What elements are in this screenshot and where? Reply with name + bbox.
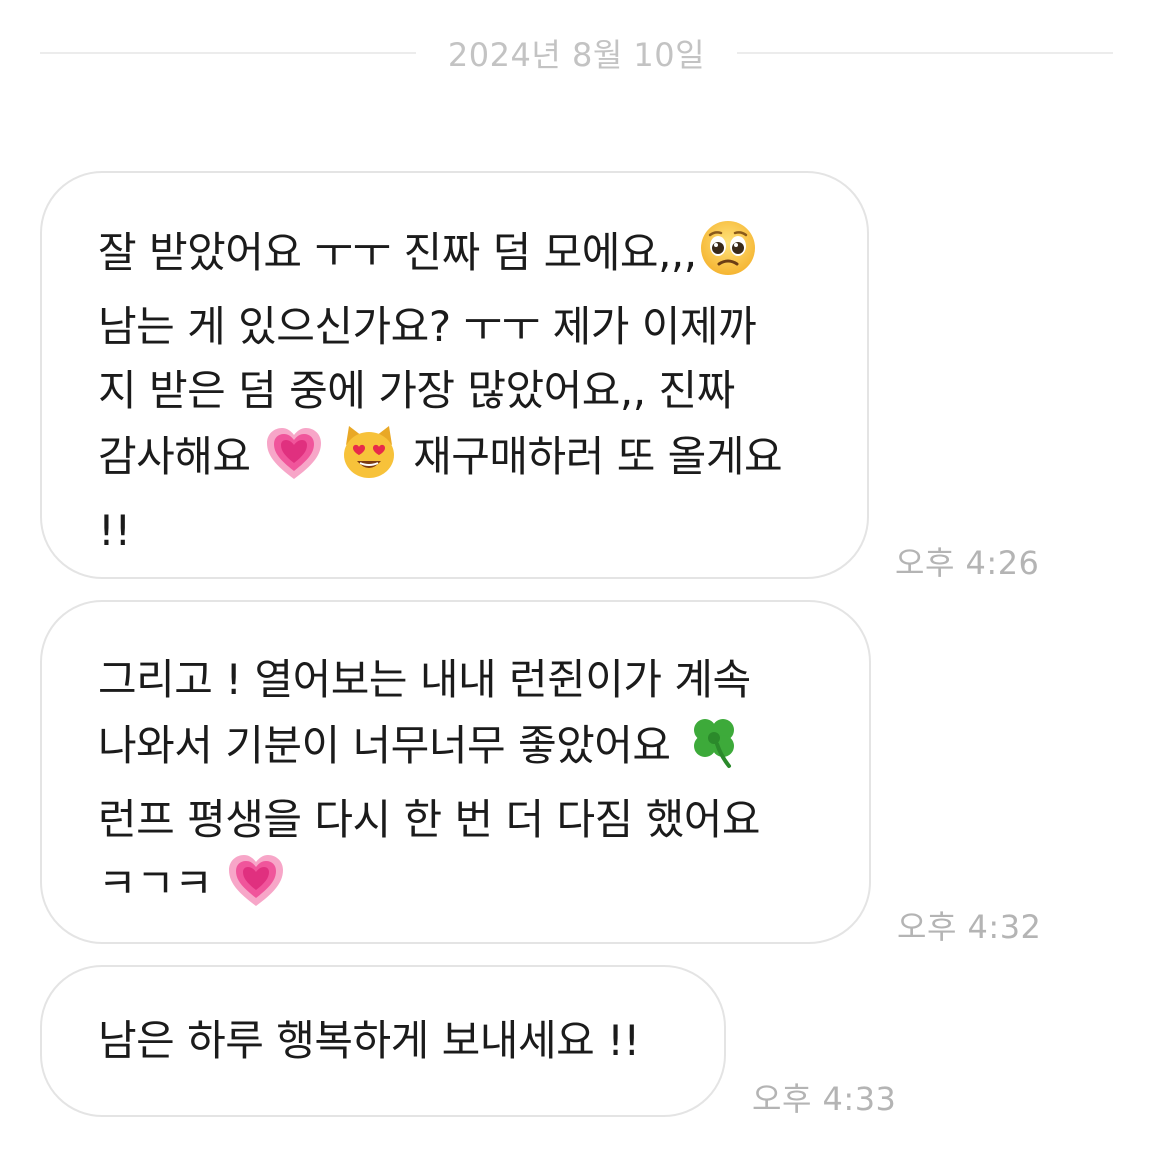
four-leaf-clover-emoji-icon xyxy=(685,712,743,788)
message-2-line-2: 나와서 기분이 너무너무 좋았어요 xyxy=(98,721,671,770)
growing-heart-emoji-icon xyxy=(227,854,285,926)
pleading-face-emoji-icon xyxy=(699,219,757,295)
date-divider-label: 2024년 8월 10일 xyxy=(447,36,706,74)
message-1-line-4b: 재구매하러 또 올게요 xyxy=(413,432,783,481)
heart-eyes-cat-emoji-icon xyxy=(340,423,398,499)
message-bubble-3[interactable]: 남은 하루 행복하게 보내세요 !! xyxy=(40,965,726,1117)
message-2-line-1: 그리고 ! 열어보는 내내 런쥔이가 계속 xyxy=(98,655,751,704)
message-3-line-1: 남은 하루 행복하게 보내세요 !! xyxy=(98,1016,640,1065)
date-divider: 2024년 8월 10일 xyxy=(40,28,1113,78)
message-1-line-1: 잘 받았어요 ㅜㅜ 진짜 덤 모에요,,, xyxy=(98,228,697,277)
message-1-line-5: !! xyxy=(98,506,131,555)
message-bubble-2[interactable]: 그리고 ! 열어보는 내내 런쥔이가 계속 나와서 기분이 너무너무 좋았어요 … xyxy=(40,600,871,944)
message-3-text: 남은 하루 행복하게 보내세요 !! xyxy=(98,1009,684,1073)
message-2-text: 그리고 ! 열어보는 내내 런쥔이가 계속 나와서 기분이 너무너무 좋았어요 … xyxy=(98,648,829,926)
message-2-line-3: 런프 평생을 다시 한 번 더 다짐 했어요 xyxy=(98,795,761,844)
message-3-timestamp: 오후 4:33 xyxy=(752,1080,897,1118)
message-1-line-3: 지 받은 덤 중에 가장 많았어요,, 진짜 xyxy=(98,366,735,415)
growing-heart-emoji-icon xyxy=(265,427,323,499)
message-1-timestamp: 오후 4:26 xyxy=(895,544,1040,582)
message-1-text: 잘 받았어요 ㅜㅜ 진짜 덤 모에요,,, 남는 게 있으신가요? ㅜㅜ 제가 … xyxy=(98,219,827,563)
message-1-line-4a: 감사해요 xyxy=(98,432,251,481)
date-divider-line-left xyxy=(40,52,416,54)
message-1-line-2: 남는 게 있으신가요? ㅜㅜ 제가 이제까 xyxy=(98,302,757,351)
message-2-timestamp: 오후 4:32 xyxy=(897,908,1042,946)
date-divider-line-right xyxy=(737,52,1113,54)
message-bubble-1[interactable]: 잘 받았어요 ㅜㅜ 진짜 덤 모에요,,, 남는 게 있으신가요? ㅜㅜ 제가 … xyxy=(40,171,869,579)
message-2-line-4: ㅋㄱㅋ xyxy=(98,859,213,908)
